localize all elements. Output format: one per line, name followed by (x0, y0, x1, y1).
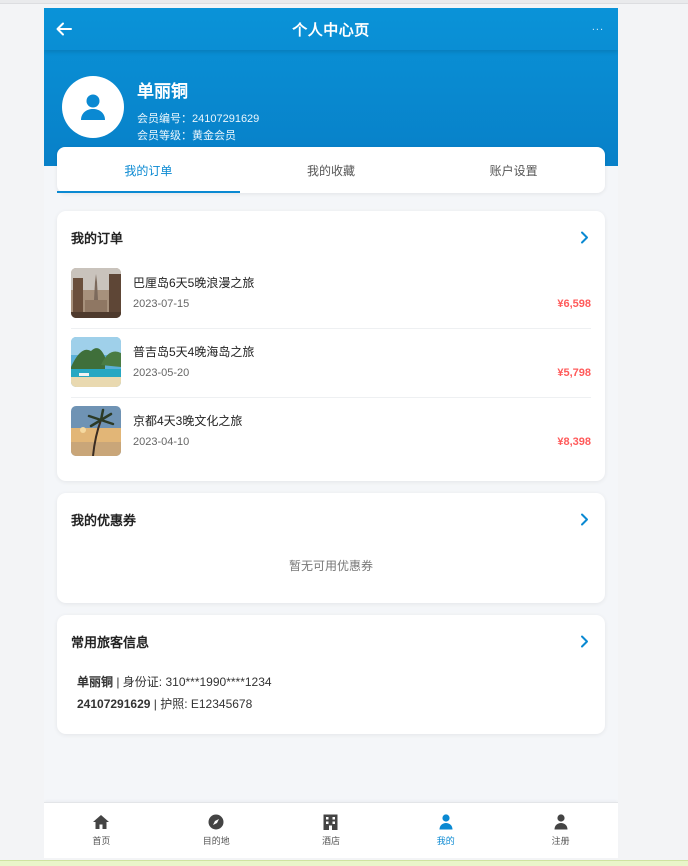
bottom-nav-register[interactable]: 注册 (503, 803, 618, 858)
orders-card-title: 我的订单 (71, 230, 124, 246)
arrow-left-icon (56, 22, 72, 36)
order-name: 巴厘岛6天5晚浪漫之旅 (133, 276, 255, 290)
orders-card: 我的订单 巴厘岛6天5晚浪漫之旅 2023-07-15 ¥6,598 普吉岛5天… (57, 211, 605, 481)
coupons-card-title: 我的优惠券 (71, 512, 137, 528)
travelers-more-button[interactable] (577, 634, 591, 648)
traveler-id-card: | 身份证: 310***1990****1234 (113, 675, 272, 689)
home-icon (91, 813, 111, 831)
traveler-member-no: 24107291629 (77, 697, 151, 711)
chevron-right-icon (580, 513, 588, 525)
chevron-right-icon (580, 231, 588, 243)
more-button[interactable]: ... (592, 21, 604, 33)
traveler-info: 单丽铜 | 身份证: 310***1990****1234 2410729162… (77, 671, 272, 715)
order-item[interactable]: 京都4天3晚文化之旅 2023-04-10 ¥8,398 (71, 397, 591, 465)
profile-section: 单丽铜 会员编号：24107291629 会员等级：黄金会员 (62, 76, 259, 145)
bottom-nav-hotel[interactable]: 酒店 (274, 803, 389, 858)
order-item[interactable]: 普吉岛5天4晚海岛之旅 2023-05-20 ¥5,798 (71, 328, 591, 396)
order-info: 巴厘岛6天5晚浪漫之旅 2023-07-15 ¥6,598 (133, 268, 591, 318)
avatar[interactable] (62, 76, 124, 138)
coupons-card: 我的优惠券 暂无可用优惠券 (57, 493, 605, 603)
bottom-nav: 首页 目的地 酒店 我的 注册 (44, 802, 618, 858)
traveler-passport: | 护照: E12345678 (150, 697, 253, 711)
coupons-empty-text: 暂无可用优惠券 (288, 559, 373, 573)
profile-info: 单丽铜 会员编号：24107291629 会员等级：黄金会员 (137, 77, 259, 145)
user-icon (551, 813, 571, 831)
bottom-nav-label: 酒店 (321, 836, 340, 846)
order-date: 2023-07-15 (133, 298, 190, 310)
orders-more-button[interactable] (577, 230, 591, 244)
navbar: 个人中心页 ... (44, 8, 618, 50)
order-price: ¥5,798 (557, 367, 591, 379)
browser-bottom-bar (0, 860, 688, 866)
order-name: 京都4天3晚文化之旅 (133, 414, 243, 428)
bottom-nav-label: 首页 (92, 836, 111, 846)
bottom-nav-mine[interactable]: 我的 (388, 803, 503, 858)
profile-tabs: 我的订单 我的收藏 账户设置 (57, 147, 605, 193)
order-price: ¥8,398 (557, 436, 591, 448)
travelers-card-header: 常用旅客信息 (71, 615, 591, 667)
order-price: ¥6,598 (557, 298, 591, 310)
order-thumbnail (71, 337, 121, 387)
orders-card-header: 我的订单 (71, 211, 591, 263)
header-band: 个人中心页 ... 单丽铜 会员编号：24107291629 会员等级：黄金会员 (44, 8, 618, 166)
travelers-card-title: 常用旅客信息 (71, 634, 150, 650)
member-number: 会员编号：24107291629 (137, 113, 260, 125)
order-date: 2023-04-10 (133, 436, 190, 448)
hotel-icon (321, 813, 341, 831)
order-date: 2023-05-20 (133, 367, 190, 379)
order-name: 普吉岛5天4晚海岛之旅 (133, 345, 255, 359)
bottom-nav-destination[interactable]: 目的地 (159, 803, 274, 858)
tab-my-orders[interactable]: 我的订单 (57, 147, 240, 193)
travelers-card: 常用旅客信息 单丽铜 | 身份证: 310***1990****1234 241… (57, 615, 605, 734)
order-thumbnail (71, 406, 121, 456)
tab-account-settings[interactable]: 账户设置 (422, 147, 605, 193)
traveler-line: 单丽铜 | 身份证: 310***1990****1234 (77, 671, 272, 693)
bottom-nav-label: 注册 (551, 836, 570, 846)
user-icon (81, 94, 105, 120)
user-name: 单丽铜 (137, 82, 188, 101)
app-frame: 个人中心页 ... 单丽铜 会员编号：24107291629 会员等级：黄金会员… (44, 8, 618, 858)
tab-my-favorites[interactable]: 我的收藏 (240, 147, 423, 193)
browser-top-strip (0, 0, 688, 4)
bottom-nav-label: 目的地 (202, 836, 230, 846)
compass-icon (206, 813, 226, 831)
bottom-nav-label: 我的 (436, 836, 455, 846)
traveler-name: 单丽铜 (77, 675, 114, 689)
order-thumbnail (71, 268, 121, 318)
back-button[interactable] (54, 19, 74, 39)
user-icon (436, 813, 456, 831)
order-info: 普吉岛5天4晚海岛之旅 2023-05-20 ¥5,798 (133, 337, 591, 387)
chevron-right-icon (580, 635, 588, 647)
member-level: 会员等级：黄金会员 (137, 130, 236, 142)
traveler-line: 24107291629 | 护照: E12345678 (77, 693, 272, 715)
order-info: 京都4天3晚文化之旅 2023-04-10 ¥8,398 (133, 406, 591, 456)
coupons-card-header: 我的优惠券 (71, 493, 591, 545)
page-title: 个人中心页 (292, 21, 370, 39)
coupons-more-button[interactable] (577, 512, 591, 526)
order-item[interactable]: 巴厘岛6天5晚浪漫之旅 2023-07-15 ¥6,598 (71, 259, 591, 327)
bottom-nav-home[interactable]: 首页 (44, 803, 159, 858)
